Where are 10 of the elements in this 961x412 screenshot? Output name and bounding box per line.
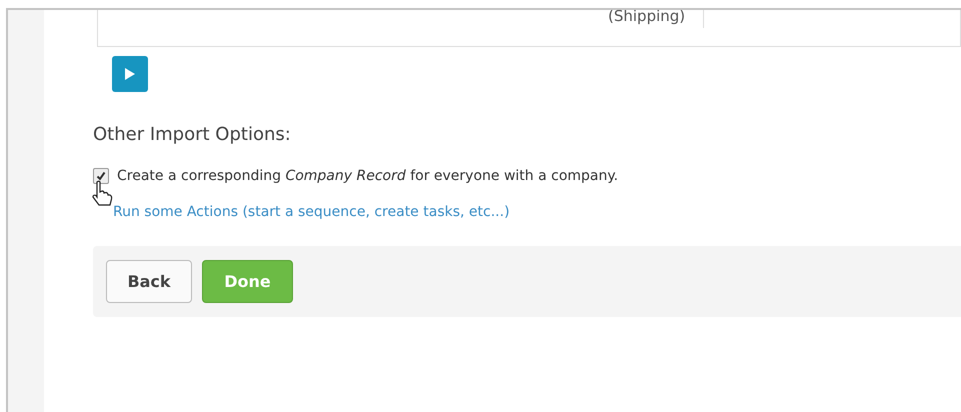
option-label: Create a corresponding Company Record for everyone with a company. [117, 168, 618, 184]
play-icon [124, 67, 136, 81]
hand-cursor-icon [90, 180, 114, 208]
play-button[interactable] [112, 56, 148, 92]
check-icon [96, 171, 106, 181]
checkbox[interactable] [93, 168, 109, 184]
actions-link[interactable]: Run some Actions (start a sequence, create tasks, etc...) [93, 204, 510, 220]
section-title: Other Import Options: [93, 124, 292, 145]
done-button[interactable]: Done [202, 260, 293, 303]
back-button[interactable]: Back [106, 260, 192, 303]
